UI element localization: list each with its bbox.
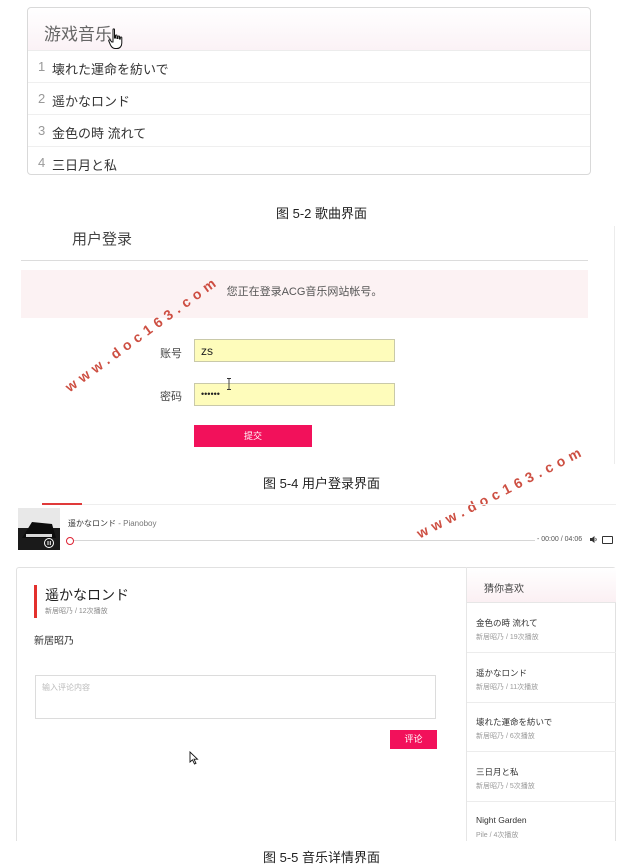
song-row[interactable]: 3 金色の時 流れて [28,115,590,147]
song-row[interactable]: 2 遥かなロンド [28,83,590,115]
recommendation-item[interactable]: Night Garden Pile / 4次播放 [467,801,616,841]
track-info: 遥かなロンド - Pianoboy [68,518,156,529]
comment-button[interactable]: 评论 [390,730,437,749]
recommendation-item[interactable]: 遥かなロンド 新居昭乃 / 11次播放 [467,653,616,703]
recommendation-name[interactable]: 壊れた運命を紡いで [476,716,552,728]
password-label: 密码 [160,391,182,403]
recommendation-name[interactable]: Night Garden [476,815,527,825]
song-name[interactable]: 遥かなロンド [52,91,130,110]
song-number: 1 [38,59,46,74]
song-number: 2 [38,91,46,106]
seek-bar[interactable] [70,540,535,541]
text-cursor-icon [227,378,231,390]
recommendation-meta: 新居昭乃 / 6次播放 [476,733,535,740]
recommendation-name[interactable]: 遥かなロンド [476,667,527,679]
recommendation-meta: 新居昭乃 / 19次播放 [476,634,539,641]
figure-caption-music-detail: 图 5-5 音乐详情界面 [262,850,380,865]
player-progress-indicator [42,503,82,505]
figure-caption-song-list: 图 5-2 歌曲界面 [275,206,367,221]
recommendation-meta: Pile / 4次播放 [476,832,519,839]
hand-pointer-icon [108,28,123,49]
login-notice: 您正在登录ACG音乐网站帐号。 [21,270,588,318]
seek-handle[interactable] [66,537,74,545]
password-input[interactable]: •••••• [194,383,395,406]
track-artist: - Pianoboy [116,519,157,528]
song-name[interactable]: 壊れた運命を紡いで [52,59,169,78]
recommendation-name[interactable]: 金色の時 流れて [476,617,538,629]
piano-image-icon [18,508,60,550]
recommendation-name[interactable]: 三日月と私 [476,766,519,778]
recommendation-meta: 新居昭乃 / 11次播放 [476,684,539,691]
track-title: 遥かなロンド [68,519,116,528]
mouse-pointer-icon [189,751,199,765]
song-list-header: 游戏音乐 [28,8,590,51]
song-row[interactable]: 1 壊れた運命を紡いで [28,51,590,83]
divider [82,503,616,505]
recommendation-item[interactable]: 三日月と私 新居昭乃 / 5次播放 [467,752,616,802]
song-number: 3 [38,123,46,138]
song-number: 4 [38,155,46,170]
repeat-mode-icon[interactable] [602,536,613,544]
title-accent-bar [34,585,37,618]
account-label: 账号 [160,348,182,360]
recommendation-title: 猜你喜欢 [484,584,524,595]
detail-artist: 新居昭乃 [34,636,74,647]
login-title: 用户登录 [72,231,133,248]
song-list-panel: 游戏音乐 1 壊れた運命を紡いで 2 遥かなロンド 3 金色の時 流れて 4 三… [27,7,591,175]
detail-song-title: 遥かなロンド [45,587,129,603]
account-input[interactable]: zs [194,339,395,362]
track-time: - 00:00 / 04:06 [537,536,583,543]
song-row[interactable]: 4 三日月と私 [28,147,590,178]
song-list-title: 游戏音乐 [44,25,112,44]
recommendation-item[interactable]: 金色の時 流れて 新居昭乃 / 19次播放 [467,603,616,653]
submit-button[interactable]: 提交 [194,425,312,447]
detail-song-meta: 新居昭乃 / 12次播放 [45,608,108,615]
album-art[interactable] [18,508,60,550]
comment-input[interactable]: 输入评论内容 [35,675,436,719]
song-name[interactable]: 金色の時 流れて [52,123,146,142]
recommendation-item[interactable]: 壊れた運命を紡いで 新居昭乃 / 6次播放 [467,702,616,752]
divider [614,226,615,464]
song-name[interactable]: 三日月と私 [52,155,117,174]
volume-icon[interactable] [590,536,598,545]
divider [21,260,588,261]
recommendation-meta: 新居昭乃 / 5次播放 [476,783,535,790]
